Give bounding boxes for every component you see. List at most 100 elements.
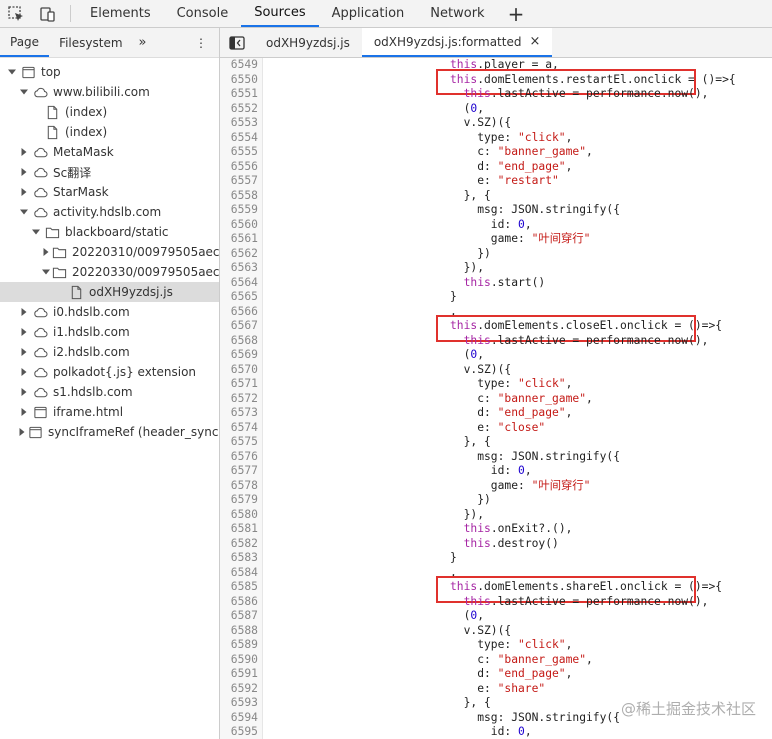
line-number[interactable]: 6584	[220, 566, 258, 581]
tree-item[interactable]: syncIframeRef (header_sync)	[0, 422, 219, 442]
line-number[interactable]: 6568	[220, 334, 258, 349]
line-number[interactable]: 6563	[220, 261, 258, 276]
line-number[interactable]: 6561	[220, 232, 258, 247]
expand-arrow-right-icon[interactable]	[42, 248, 50, 256]
line-number[interactable]: 6551	[220, 87, 258, 102]
expand-arrow-down-icon[interactable]	[18, 208, 30, 216]
line-number[interactable]: 6558	[220, 189, 258, 204]
line-number[interactable]: 6581	[220, 522, 258, 537]
device-toggle-icon[interactable]	[32, 0, 64, 27]
line-number[interactable]: 6562	[220, 247, 258, 262]
code-view[interactable]: 6549 this.player = a, 6550 this.domElements…	[220, 58, 772, 739]
tree-item[interactable]: polkadot{.js} extension	[0, 362, 219, 382]
line-number[interactable]: 6575	[220, 435, 258, 450]
tree-item[interactable]: odXH9yzdsj.js	[0, 282, 219, 302]
expand-arrow-right-icon[interactable]	[18, 388, 30, 396]
line-number[interactable]: 6590	[220, 653, 258, 668]
line-number[interactable]: 6574	[220, 421, 258, 436]
line-number[interactable]: 6555	[220, 145, 258, 160]
expand-arrow-right-icon[interactable]	[18, 328, 30, 336]
tree-item[interactable]: Sc翻译	[0, 162, 219, 182]
more-tools-button[interactable]: +	[498, 0, 535, 27]
line-number[interactable]: 6565	[220, 290, 258, 305]
expand-arrow-right-icon[interactable]	[18, 308, 30, 316]
tree-item[interactable]: (index)	[0, 122, 219, 142]
expand-arrow-right-icon[interactable]	[18, 148, 30, 156]
line-number[interactable]: 6550	[220, 73, 258, 88]
tree-item[interactable]: i0.hdslb.com	[0, 302, 219, 322]
line-number[interactable]: 6580	[220, 508, 258, 523]
line-number[interactable]: 6549	[220, 58, 258, 73]
tree-item[interactable]: s1.hdslb.com	[0, 382, 219, 402]
line-number[interactable]: 6556	[220, 160, 258, 175]
tree-item[interactable]: iframe.html	[0, 402, 219, 422]
tab-network[interactable]: Network	[417, 0, 497, 27]
line-number[interactable]: 6564	[220, 276, 258, 291]
expand-arrow-right-icon[interactable]	[18, 188, 30, 196]
tree-item[interactable]: i1.hdslb.com	[0, 322, 219, 342]
expand-arrow-right-icon[interactable]	[18, 428, 26, 436]
line-number[interactable]: 6591	[220, 667, 258, 682]
line-number[interactable]: 6570	[220, 363, 258, 378]
line-number[interactable]: 6571	[220, 377, 258, 392]
tab-elements[interactable]: Elements	[77, 0, 164, 27]
tab-sources[interactable]: Sources	[241, 0, 319, 27]
tab-console[interactable]: Console	[164, 0, 242, 27]
line-number[interactable]: 6569	[220, 348, 258, 363]
line-number[interactable]: 6566	[220, 305, 258, 320]
tree-item[interactable]: top	[0, 62, 219, 82]
close-icon[interactable]: ×	[529, 34, 540, 49]
expand-arrow-right-icon[interactable]	[18, 168, 30, 176]
editor-tab-formatted[interactable]: odXH9yzdsj.js:formatted ×	[361, 28, 553, 57]
line-number[interactable]: 6589	[220, 638, 258, 653]
navigator-menu-icon[interactable]: ⋮	[185, 28, 219, 57]
line-number[interactable]: 6588	[220, 624, 258, 639]
tree-item[interactable]: blackboard/static	[0, 222, 219, 242]
tab-application[interactable]: Application	[319, 0, 418, 27]
line-number[interactable]: 6595	[220, 725, 258, 739]
tree-item[interactable]: (index)	[0, 102, 219, 122]
more-tabs-chevron-icon[interactable]: »	[133, 28, 153, 57]
line-number[interactable]: 6587	[220, 609, 258, 624]
tab-page[interactable]: Page	[0, 28, 50, 57]
expand-arrow-right-icon[interactable]	[18, 348, 30, 356]
tree-item[interactable]: MetaMask	[0, 142, 219, 162]
tree-item[interactable]: 20220310/00979505aec5e	[0, 242, 219, 262]
line-number[interactable]: 6578	[220, 479, 258, 494]
line-number[interactable]: 6567	[220, 319, 258, 334]
code-line: 6572 c: "banner_game",	[220, 392, 772, 407]
line-number[interactable]: 6572	[220, 392, 258, 407]
tab-filesystem[interactable]: Filesystem	[49, 28, 132, 57]
line-number[interactable]: 6583	[220, 551, 258, 566]
expand-arrow-down-icon[interactable]	[42, 268, 50, 276]
tree-item[interactable]: www.bilibili.com	[0, 82, 219, 102]
line-number[interactable]: 6557	[220, 174, 258, 189]
line-number[interactable]: 6553	[220, 116, 258, 131]
expand-arrow-down-icon[interactable]	[6, 68, 18, 76]
line-number[interactable]: 6585	[220, 580, 258, 595]
tree-item[interactable]: i2.hdslb.com	[0, 342, 219, 362]
line-number[interactable]: 6594	[220, 711, 258, 726]
line-number[interactable]: 6559	[220, 203, 258, 218]
inspect-icon[interactable]	[0, 0, 32, 27]
line-number[interactable]: 6592	[220, 682, 258, 697]
line-number[interactable]: 6552	[220, 102, 258, 117]
tree-item[interactable]: StarMask	[0, 182, 219, 202]
expand-arrow-right-icon[interactable]	[18, 408, 30, 416]
toggle-navigator-icon[interactable]	[220, 28, 254, 57]
tree-item[interactable]: 20220330/00979505aec5e	[0, 262, 219, 282]
expand-arrow-down-icon[interactable]	[18, 88, 30, 96]
line-number[interactable]: 6586	[220, 595, 258, 610]
line-number[interactable]: 6576	[220, 450, 258, 465]
line-number[interactable]: 6582	[220, 537, 258, 552]
line-number[interactable]: 6579	[220, 493, 258, 508]
line-number[interactable]: 6573	[220, 406, 258, 421]
expand-arrow-right-icon[interactable]	[18, 368, 30, 376]
line-number[interactable]: 6554	[220, 131, 258, 146]
tree-item[interactable]: activity.hdslb.com	[0, 202, 219, 222]
editor-tab-source[interactable]: odXH9yzdsj.js	[254, 28, 362, 57]
line-number[interactable]: 6560	[220, 218, 258, 233]
expand-arrow-down-icon[interactable]	[30, 228, 42, 236]
line-number[interactable]: 6577	[220, 464, 258, 479]
line-number[interactable]: 6593	[220, 696, 258, 711]
